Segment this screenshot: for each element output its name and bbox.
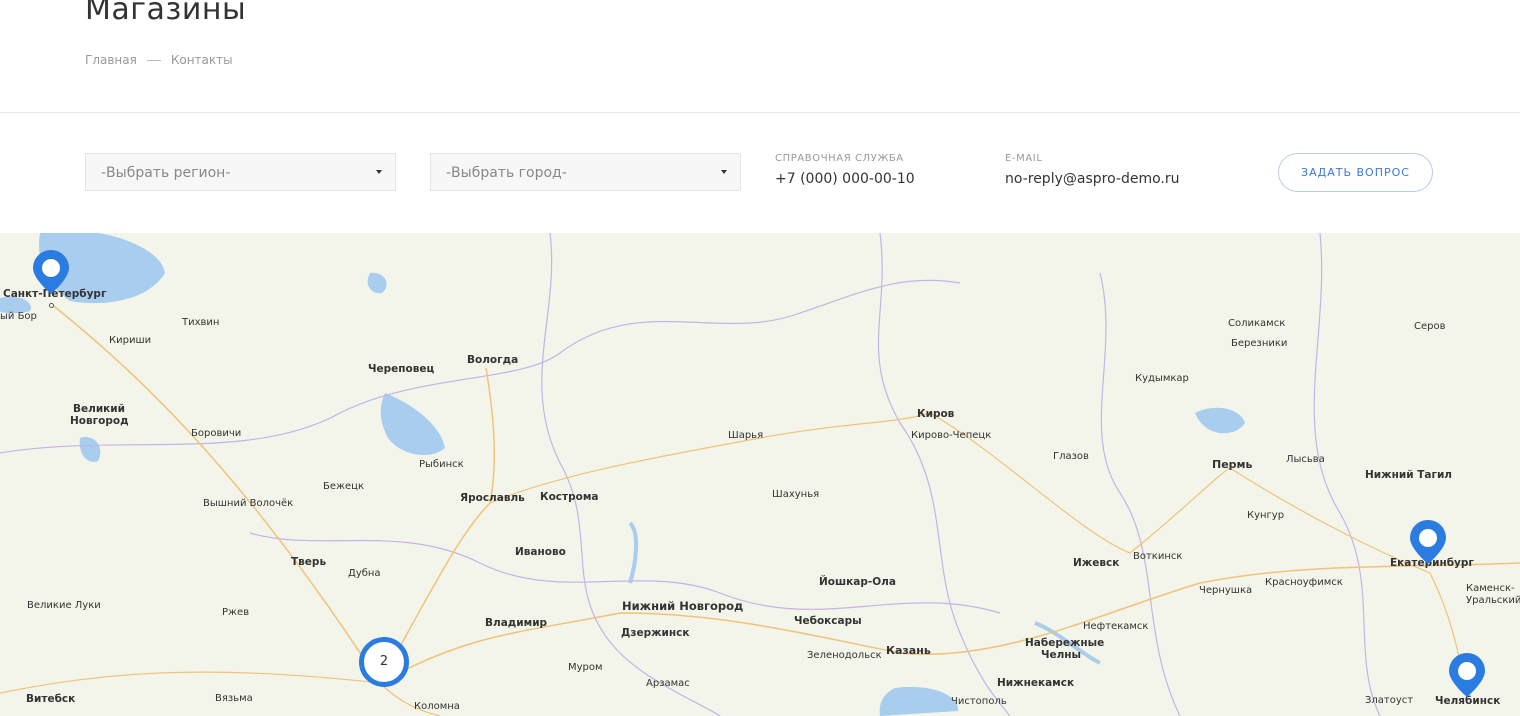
page-title: Магазины <box>85 0 247 27</box>
ask-question-button[interactable]: ЗАДАТЬ ВОПРОС <box>1278 153 1433 192</box>
city-label-sharya: Шарья <box>728 430 764 441</box>
city-label-vvolochek: Вышний Волочёк <box>203 498 294 509</box>
city-label-yaroslavl: Ярославль <box>460 492 525 504</box>
city-label-kirovochepetsk: Кирово-Чепецк <box>911 430 992 441</box>
city-label-votkinsk: Воткинск <box>1133 551 1183 562</box>
phone-label: СПРАВОЧНАЯ СЛУЖБА <box>775 153 904 164</box>
city-label-tikhvin: Тихвин <box>182 317 220 328</box>
breadcrumb-contacts-link[interactable]: Контакты <box>171 53 233 67</box>
chevron-down-icon <box>721 170 727 174</box>
city-label-vladimir: Владимир <box>485 617 548 629</box>
city-select-value: -Выбрать город- <box>446 165 567 181</box>
breadcrumb-home-link[interactable]: Главная <box>85 53 137 67</box>
store-pin-chelyabinsk[interactable] <box>1447 651 1487 699</box>
city-label-cherepovets: Череповец <box>368 363 435 375</box>
kuybyshev-reservoir <box>879 686 959 716</box>
region-select[interactable]: -Выбрать регион- <box>85 153 396 191</box>
city-label-glazov: Глазов <box>1053 451 1089 462</box>
city-label-nchelny-2: Челны <box>1041 649 1082 661</box>
city-label-kungur: Кунгур <box>1247 510 1285 521</box>
city-label-cheboksary: Чебоксары <box>794 615 862 627</box>
city-dot <box>49 303 54 308</box>
kama-reservoir <box>1195 407 1245 434</box>
breadcrumb-separator <box>146 59 161 61</box>
lake-ilmen <box>79 437 101 462</box>
city-label-perm: Пермь <box>1212 458 1253 471</box>
city-label-kamensk-1: Каменск- <box>1466 583 1515 594</box>
city-label-sosnovy: ый Бор <box>0 311 37 322</box>
email-value[interactable]: no-reply@aspro-demo.ru <box>1005 171 1180 187</box>
city-label-murom: Муром <box>568 662 603 673</box>
city-select[interactable]: -Выбрать город- <box>430 153 741 191</box>
rybinsk-reservoir <box>380 393 445 456</box>
city-label-chernushka: Чернушка <box>1199 585 1253 596</box>
city-label-arzamas: Арзамас <box>646 678 690 689</box>
header-divider <box>0 112 1520 113</box>
store-cluster-moscow[interactable]: 2 <box>359 637 409 687</box>
region-select-value: -Выбрать регион- <box>101 165 231 181</box>
city-label-solikamsk: Соликамск <box>1228 318 1286 329</box>
city-label-shakhunya: Шахунья <box>772 489 820 500</box>
stores-map[interactable]: Санкт-Петербург ый Бор Тихвин Кириши Вел… <box>0 233 1520 716</box>
city-label-chistopol: Чистополь <box>951 696 1007 707</box>
city-label-neftekamsk: Нефтекамск <box>1083 621 1149 632</box>
city-label-kirov: Киров <box>917 408 955 420</box>
phone-value[interactable]: +7 (000) 000-00-10 <box>775 171 915 187</box>
city-label-yoshkarola: Йошкар-Ола <box>819 576 896 588</box>
city-label-dzerzhinsk: Дзержинск <box>621 627 690 639</box>
city-label-rzhev: Ржев <box>222 607 250 618</box>
city-label-kudymkar: Кудымкар <box>1135 373 1189 384</box>
city-label-vologda: Вологда <box>467 354 519 366</box>
city-label-vnovgorod-2: Новгород <box>70 415 129 427</box>
city-label-vnovgorod-1: Великий <box>73 403 126 415</box>
city-label-nizhnekamsk: Нижнекамск <box>997 677 1075 689</box>
city-label-bezhetsk: Бежецк <box>323 481 365 492</box>
city-label-kazan: Казань <box>886 644 931 657</box>
city-label-vyazma: Вязьма <box>215 693 253 704</box>
store-pin-spb[interactable] <box>31 248 71 296</box>
city-label-izhevsk: Ижевск <box>1073 557 1120 569</box>
city-label-kirishi: Кириши <box>109 335 152 346</box>
city-label-zelenodolsk: Зеленодольск <box>807 650 882 661</box>
city-label-zlatoust: Златоуст <box>1365 695 1414 706</box>
city-label-kolomna: Коломна <box>414 701 460 712</box>
city-label-serov: Серов <box>1414 321 1446 332</box>
lake-beloe <box>367 272 387 294</box>
city-label-vitebsk: Витебск <box>26 693 76 705</box>
city-label-nchelny-1: Набережные <box>1025 637 1105 649</box>
email-label: E-MAIL <box>1005 153 1043 164</box>
city-label-ivanovo: Иваново <box>515 546 566 558</box>
city-label-borovichi: Боровичи <box>191 428 242 439</box>
city-label-kostroma: Кострома <box>540 491 599 503</box>
map-background <box>0 233 1520 716</box>
city-label-tver: Тверь <box>291 556 327 568</box>
city-label-rybinsk: Рыбинск <box>419 459 464 470</box>
city-label-ntagil: Нижний Тагил <box>1365 469 1452 481</box>
city-label-krasnoufimsk: Красноуфимск <box>1265 577 1343 588</box>
chevron-down-icon <box>376 170 382 174</box>
store-pin-ekb[interactable] <box>1408 518 1448 566</box>
city-label-dubna: Дубна <box>348 568 381 579</box>
city-label-berezniki: Березники <box>1231 338 1288 349</box>
city-label-vluki: Великие Луки <box>27 600 101 611</box>
city-label-kamensk-2: Уральский <box>1466 595 1520 606</box>
city-label-nnovgorod: Нижний Новгород <box>622 599 744 613</box>
breadcrumb: Главная Контакты <box>85 53 233 67</box>
city-label-lysva: Лысьва <box>1286 454 1325 465</box>
